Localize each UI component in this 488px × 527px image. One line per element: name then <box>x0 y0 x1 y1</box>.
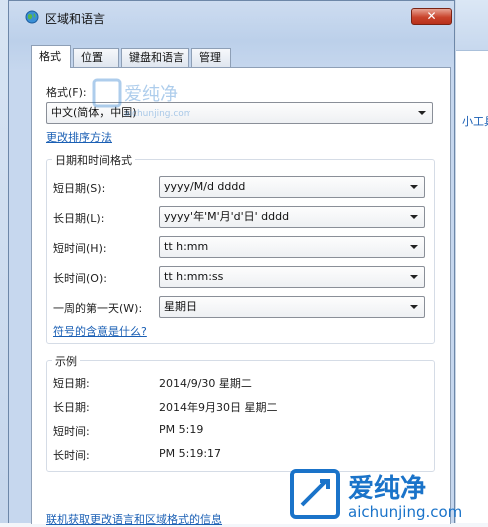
watermark-site-small: aichunjing.com <box>124 109 190 119</box>
chevron-down-icon <box>410 305 418 309</box>
short-date-dropdown[interactable]: yyyy/M/d dddd <box>159 176 425 198</box>
online-language-info-link[interactable]: 联机获取更改语言和区域格式的信息 <box>46 511 222 527</box>
symbol-meaning-link[interactable]: 符号的含意是什么? <box>53 323 147 339</box>
example-short-time-value: PM 5:19 <box>159 423 204 436</box>
chevron-down-icon <box>410 215 418 219</box>
chevron-down-icon <box>418 111 426 115</box>
short-time-value: tt h:mm <box>164 240 209 253</box>
example-long-time-value: PM 5:19:17 <box>159 447 222 460</box>
short-time-dropdown[interactable]: tt h:mm <box>159 236 425 258</box>
globe-icon <box>25 10 39 24</box>
tab-formats[interactable]: 格式 <box>31 45 71 68</box>
close-button[interactable]: ✕ <box>411 8 452 25</box>
region-language-dialog: 区域和语言 ✕ 格式 位置 键盘和语言 管理 格式(F): 中文(简体，中国) … <box>8 0 455 527</box>
short-date-label: 短日期(S): <box>53 182 106 195</box>
chevron-down-icon <box>410 245 418 249</box>
watermark-logo-small: 爱纯净 aichunjing.com <box>92 78 190 119</box>
background-gadgets-link[interactable]: 小工具 <box>462 113 488 129</box>
background-window-frame <box>0 0 8 523</box>
example-long-date-label: 长日期: <box>53 401 90 414</box>
long-date-label: 长日期(L): <box>53 212 105 225</box>
format-label: 格式(F): <box>46 86 87 99</box>
example-short-time-label: 短时间: <box>53 425 90 438</box>
dialog-titlebar[interactable]: 区域和语言 ✕ <box>9 1 454 31</box>
examples-title: 示例 <box>52 353 80 369</box>
watermark-site: aichunjing.com <box>348 503 462 521</box>
long-date-value: yyyy'年'M'月'd'日' dddd <box>164 210 290 223</box>
tab-administrative[interactable]: 管理 <box>191 48 231 67</box>
watermark-brand: 爱纯净 <box>348 473 426 504</box>
long-time-dropdown[interactable]: tt h:mm:ss <box>159 266 425 288</box>
tab-location[interactable]: 位置 <box>73 48 119 67</box>
tab-keyboards-languages[interactable]: 键盘和语言 <box>121 48 189 67</box>
watermark-logo: 爱纯净 aichunjing.com <box>290 469 462 521</box>
long-time-value: tt h:mm:ss <box>164 270 224 283</box>
background-toolbar <box>456 0 488 51</box>
first-day-value: 星期日 <box>164 300 197 313</box>
chevron-down-icon <box>410 185 418 189</box>
short-date-value: yyyy/M/d dddd <box>164 180 246 193</box>
long-date-dropdown[interactable]: yyyy'年'M'月'd'日' dddd <box>159 206 425 228</box>
example-long-date-value: 2014年9月30日 星期二 <box>159 401 278 414</box>
example-short-date-value: 2014/9/30 星期二 <box>159 377 252 390</box>
dialog-title: 区域和语言 <box>45 12 106 26</box>
short-time-label: 短时间(H): <box>53 242 107 255</box>
example-short-date-label: 短日期: <box>53 377 90 390</box>
chevron-down-icon <box>410 275 418 279</box>
watermark-brand-small: 爱纯净 <box>124 84 178 105</box>
background-explorer-pane: 小工具 <box>455 0 488 523</box>
formats-panel: 格式(F): 中文(简体，中国) 更改排序方法 日期和时间格式 短日期(S): … <box>31 67 451 527</box>
first-day-dropdown[interactable]: 星期日 <box>159 296 425 318</box>
first-day-label: 一周的第一天(W): <box>53 302 143 315</box>
datetime-formats-title: 日期和时间格式 <box>52 152 135 168</box>
long-time-label: 长时间(O): <box>53 272 107 285</box>
example-long-time-label: 长时间: <box>53 449 90 462</box>
